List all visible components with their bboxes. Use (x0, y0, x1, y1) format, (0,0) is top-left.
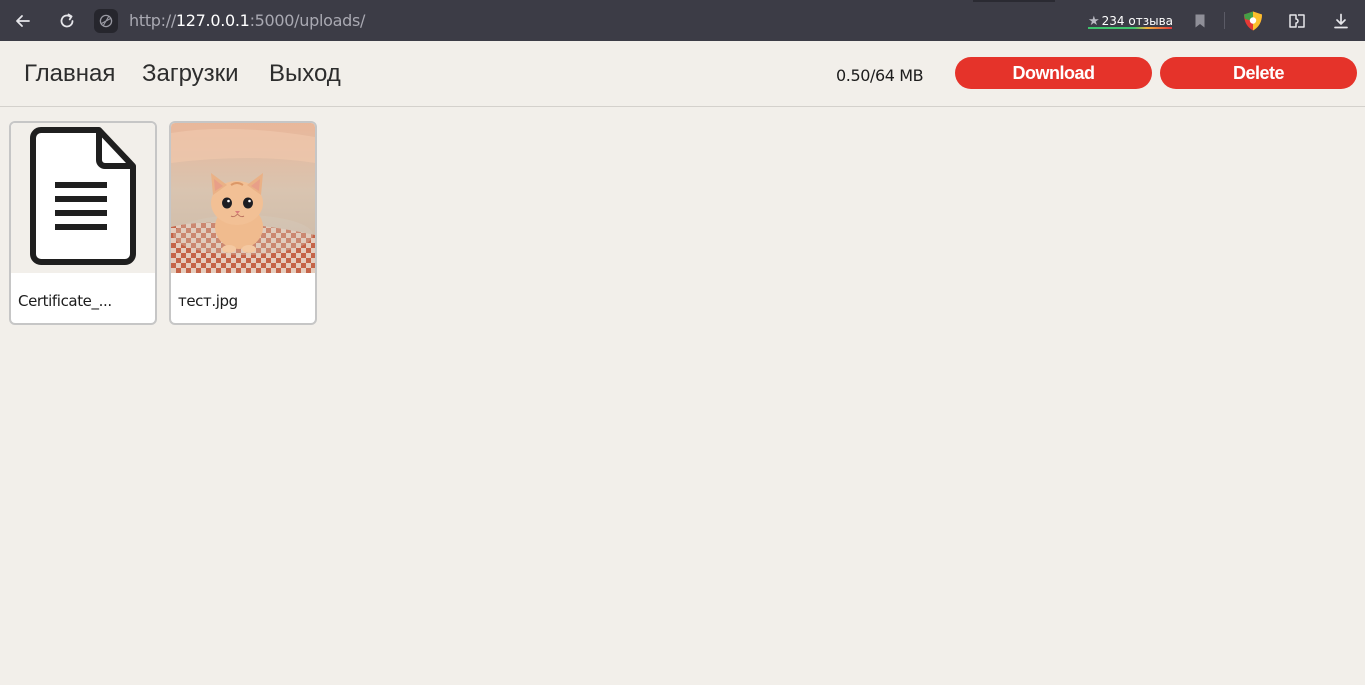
image-thumbnail (171, 123, 315, 273)
document-icon (29, 126, 137, 271)
browser-toolbar: http://127.0.0.1:5000/uploads/ ★ 234 отз… (0, 0, 1365, 41)
nav-uploads-link[interactable]: Загрузки (142, 60, 239, 88)
file-tile[interactable]: тест.jpg (169, 121, 317, 325)
nav-logout-link[interactable]: Выход (269, 60, 341, 88)
app-header: Главная Загрузки Выход 0.50/64 MB Downlo… (0, 41, 1365, 107)
delete-button[interactable]: Delete (1160, 57, 1357, 89)
nav-home-link[interactable]: Главная (24, 60, 115, 88)
reload-icon[interactable] (54, 8, 80, 34)
shield-extension-icon[interactable] (1240, 8, 1266, 34)
storage-quota: 0.50/64 MB (836, 66, 924, 85)
url-path: :5000/uploads/ (249, 11, 366, 30)
site-info-icon[interactable] (94, 9, 118, 33)
reviews-label: 234 отзыва (1101, 14, 1173, 28)
url-host: 127.0.0.1 (175, 11, 250, 30)
download-button[interactable]: Download (955, 57, 1152, 89)
rating-bar (1088, 27, 1172, 29)
back-icon[interactable] (10, 8, 36, 34)
file-name: тест.jpg (178, 292, 238, 310)
extensions-icon[interactable] (1284, 8, 1310, 34)
file-thumbnail (11, 123, 155, 273)
file-name: Certificate_... (18, 292, 112, 310)
address-bar[interactable]: http://127.0.0.1:5000/uploads/ (129, 11, 365, 30)
download-icon[interactable] (1328, 8, 1354, 34)
bookmark-icon[interactable] (1187, 8, 1213, 34)
active-tab-indicator (973, 0, 1055, 2)
file-tile[interactable]: Certificate_... (9, 121, 157, 325)
url-scheme: http:// (129, 11, 176, 30)
toolbar-separator (1224, 12, 1225, 29)
